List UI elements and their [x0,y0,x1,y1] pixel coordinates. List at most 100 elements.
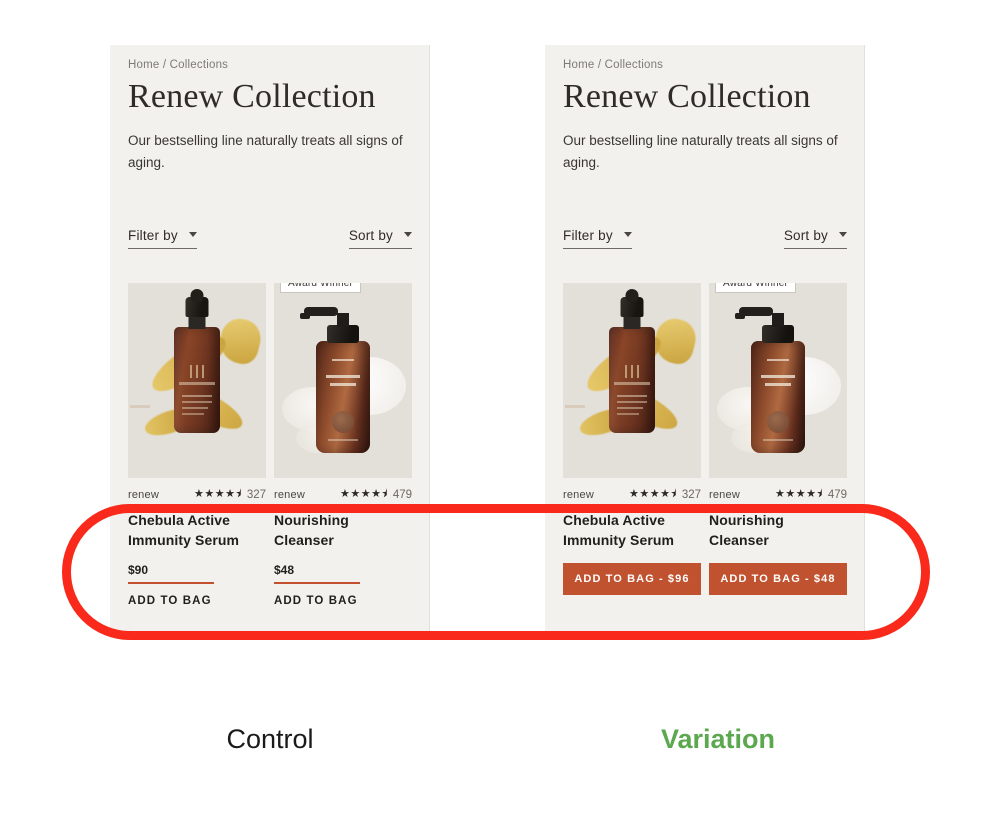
panel-content: Home / Collections Renew Collection Our … [110,45,430,609]
product-image-serum[interactable] [563,282,701,478]
chevron-down-icon [839,232,847,238]
serum-label-text [617,392,647,415]
price-underline [274,582,360,584]
cleanser-label-line2 [326,374,360,389]
add-to-bag-button[interactable]: ADD TO BAG - $48 [709,563,847,596]
serum-side-text [565,404,585,408]
collection-description: Our bestselling line naturally treats al… [563,133,838,170]
product-meta: renew ★★★★⯨ 327 [128,489,266,501]
cleanser-footer-text [328,438,358,441]
panel-content: Home / Collections Renew Collection Our … [545,45,865,596]
product-info: renew ★★★★⯨ 327 Chebula Active Immunity … [128,478,266,609]
serum-side-text [130,404,150,408]
cleanser-seal-emblem [332,410,354,433]
chevron-down-icon [188,232,197,238]
product-card[interactable]: renew ★★★★⯨ 327 Chebula Active Immunity … [128,282,266,609]
product-info: renew ★★★★⯨ 479 Nourishing Cleanser ADD … [709,478,847,596]
comparison-stage: Home / Collections Renew Collection Our … [0,0,990,820]
serum-logo-mark [190,364,204,378]
star-rating-icon: ★★★★⯨ [340,488,388,501]
product-card[interactable]: renew ★★★★⯨ 327 Chebula Active Immunity … [563,282,701,596]
product-name[interactable]: Nourishing Cleanser [709,510,847,551]
cleanser-footer-text [763,438,793,441]
product-image-serum[interactable] [128,282,266,478]
product-image-cleanser[interactable]: Award Winner [709,282,847,478]
product-rating[interactable]: ★★★★⯨ 327 [629,489,701,501]
filter-sort-bar: Filter by Sort by [128,228,412,249]
cleanser-label-line1 [767,358,789,361]
serum-logo-mark [625,364,639,378]
cleanser-label-line2 [761,374,795,389]
serum-bottle [174,326,220,433]
collection-description: Our bestselling line naturally treats al… [128,133,403,170]
control-variant-panel: Home / Collections Renew Collection Our … [110,45,430,634]
product-meta: renew ★★★★⯨ 327 [563,489,701,501]
product-rating[interactable]: ★★★★⯨ 327 [194,489,266,501]
cleanser-bottle [316,340,370,453]
star-rating-icon: ★★★★⯨ [194,488,242,501]
star-rating-icon: ★★★★⯨ [629,488,677,501]
product-brand: renew [274,488,305,501]
filter-by-dropdown[interactable]: Filter by [128,228,197,249]
product-price: $48 [274,563,295,578]
product-card[interactable]: Award Winner renew ★★★★⯨ 479 Nourishing … [274,282,412,609]
serum-dropper-bulb [625,288,639,302]
serum-bottle [609,326,655,433]
chevron-down-icon [623,232,632,238]
award-winner-badge: Award Winner [280,282,362,293]
product-price: $90 [128,563,149,578]
cleanser-pump-collar [327,324,359,343]
filter-sort-bar: Filter by Sort by [563,228,847,249]
cleanser-pump-collar [762,324,794,343]
product-name[interactable]: Chebula Active Immunity Serum [563,510,701,551]
product-brand: renew [128,488,159,501]
page-title: Renew Collection [563,78,811,115]
chevron-down-icon [404,232,412,238]
cleanser-pump-stem [772,312,784,327]
product-grid: renew ★★★★⯨ 327 Chebula Active Immunity … [563,282,847,596]
filter-by-label: Filter by [128,227,178,243]
product-rating[interactable]: ★★★★⯨ 479 [775,489,847,501]
sort-by-dropdown[interactable]: Sort by [348,227,412,249]
product-rating[interactable]: ★★★★⯨ 479 [340,489,412,501]
product-card[interactable]: Award Winner renew ★★★★⯨ 479 Nourishing … [709,282,847,596]
cleanser-pump-nozzle [300,312,310,319]
add-to-bag-link[interactable]: ADD TO BAG [128,595,212,607]
breadcrumb[interactable]: Home / Collections [563,59,847,71]
product-info: renew ★★★★⯨ 327 Chebula Active Immunity … [563,478,701,596]
variation-caption: Variation [660,724,776,754]
serum-brand-text [614,381,650,385]
review-count: 479 [827,488,847,501]
cleanser-pump-nozzle [735,312,745,319]
product-name[interactable]: Nourishing Cleanser [274,510,412,551]
add-to-bag-link[interactable]: ADD TO BAG [274,595,358,607]
award-winner-badge: Award Winner [715,282,797,293]
price-underline [128,582,214,584]
serum-dropper-bulb [190,288,204,302]
serum-brand-text [179,381,215,385]
product-brand: renew [563,488,594,501]
product-meta: renew ★★★★⯨ 479 [274,489,412,501]
breadcrumb[interactable]: Home / Collections [128,59,412,71]
filter-by-dropdown[interactable]: Filter by [563,228,632,249]
control-caption: Control [226,724,314,754]
sort-by-label: Sort by [348,227,393,243]
sort-by-dropdown[interactable]: Sort by [783,227,847,249]
product-meta: renew ★★★★⯨ 479 [709,489,847,501]
variation-variant-panel: Home / Collections Renew Collection Our … [545,45,865,634]
cleanser-bottle [751,340,805,453]
cleanser-label-line1 [332,358,354,361]
filter-by-label: Filter by [563,227,613,243]
product-brand: renew [709,488,740,501]
review-count: 327 [246,488,266,501]
page-title: Renew Collection [128,78,376,115]
product-image-cleanser[interactable]: Award Winner [274,282,412,478]
review-count: 327 [681,488,701,501]
review-count: 479 [392,488,412,501]
sort-by-label: Sort by [783,227,828,243]
product-grid: renew ★★★★⯨ 327 Chebula Active Immunity … [128,282,412,609]
product-name[interactable]: Chebula Active Immunity Serum [128,510,266,551]
cleanser-seal-emblem [767,410,789,433]
cleanser-pump-stem [337,312,349,327]
add-to-bag-button[interactable]: ADD TO BAG - $96 [563,563,701,596]
